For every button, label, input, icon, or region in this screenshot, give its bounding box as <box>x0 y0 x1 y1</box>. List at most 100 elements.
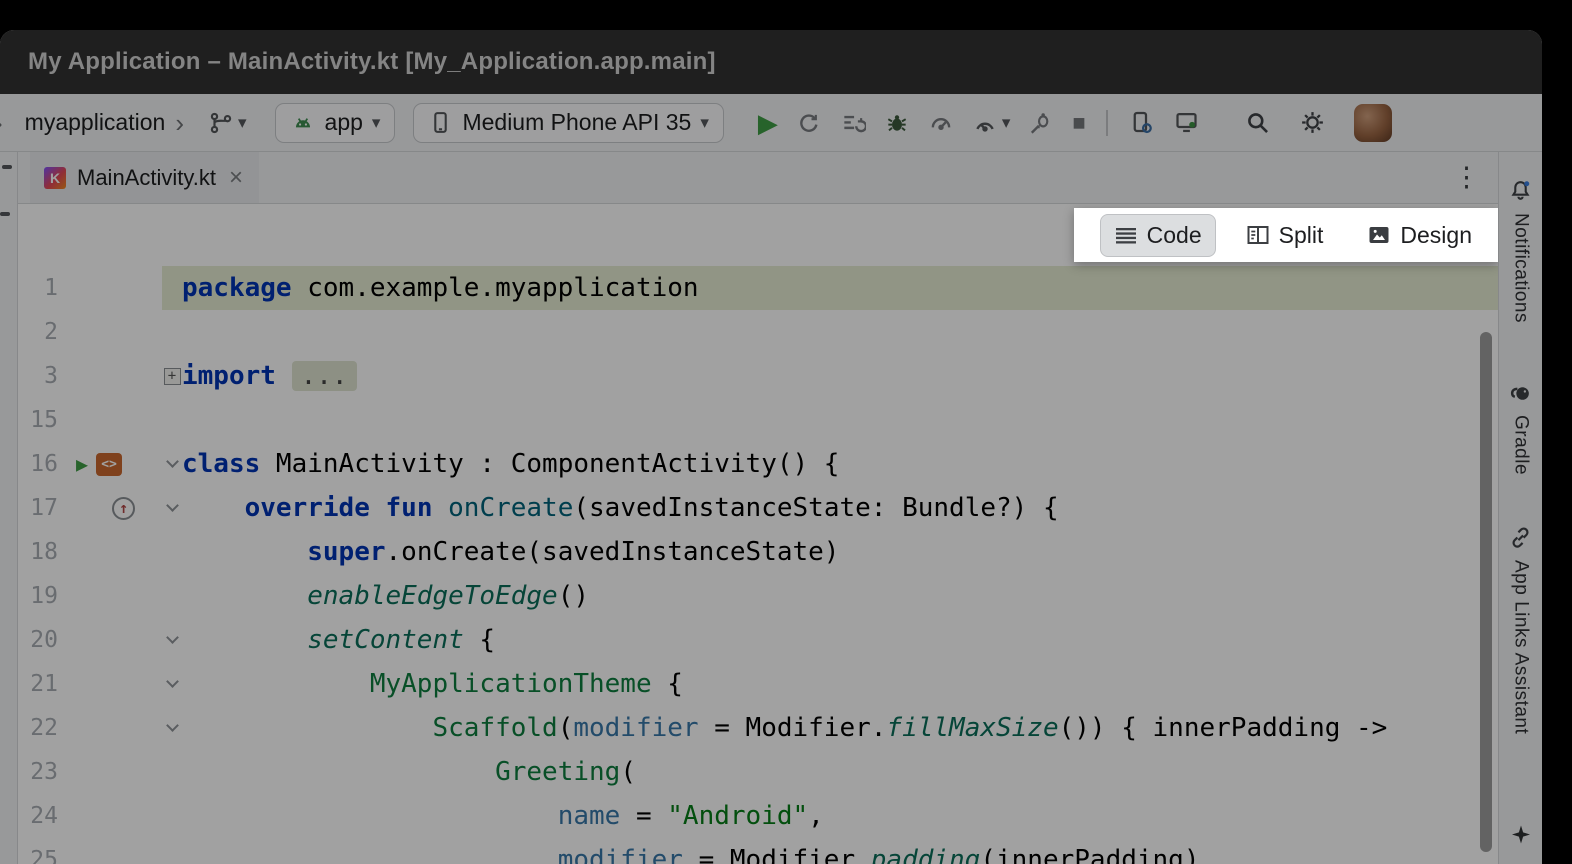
mode-split-button[interactable]: Split <box>1232 214 1338 257</box>
fold-column <box>162 726 182 730</box>
run-config-label: app <box>325 109 363 136</box>
editor-tabbar: K MainActivity.kt × ⋮ <box>18 152 1498 204</box>
fold-column <box>162 638 182 642</box>
screen: My Application – MainActivity.kt [My_App… <box>0 0 1572 864</box>
run-line-icon[interactable]: ▶ <box>76 454 88 474</box>
line-number: 24 <box>18 803 66 829</box>
editor-mode-switch: Code Split <box>1074 208 1498 262</box>
code-line: 24 name = "Android", <box>18 794 1498 838</box>
android-studio-window: My Application – MainActivity.kt [My_App… <box>0 30 1542 864</box>
run-config-selector[interactable]: app ▾ <box>275 103 396 143</box>
fold-region-icon[interactable] <box>166 719 179 732</box>
play-icon: ▶ <box>758 110 778 136</box>
apply-code-changes-button[interactable] <box>836 106 870 140</box>
code-text: Greeting( <box>182 757 636 787</box>
code-line: 19 enableEdgeToEdge() <box>18 574 1498 618</box>
sidebar-item-app-links-assistant[interactable]: App Links Assistant <box>1508 525 1533 734</box>
gradle-elephant-icon <box>1508 380 1533 405</box>
code-text: Scaffold(modifier = Modifier.fillMaxSize… <box>182 713 1387 743</box>
line-number: 23 <box>18 759 66 785</box>
code-line: 1 package com.example.myapplication <box>18 266 1498 310</box>
code-line: 3+import ... <box>18 354 1498 398</box>
editor-scrollbar[interactable] <box>1480 332 1492 852</box>
line-number: 1 <box>18 275 66 301</box>
code-line: 25 modifier = Modifier.padding(innerPadd… <box>18 838 1498 864</box>
kotlin-file-icon: K <box>44 167 66 189</box>
code-text: import ... <box>182 361 357 391</box>
code-editor[interactable]: Code Split <box>18 204 1498 864</box>
device-label: Medium Phone API 35 <box>462 109 691 136</box>
chevron-down-icon: ▾ <box>238 114 247 131</box>
fold-column <box>162 462 182 466</box>
project-selector[interactable]: myapplication <box>19 105 172 140</box>
fold-region-icon[interactable] <box>166 631 179 644</box>
fold-region-icon[interactable] <box>166 499 179 512</box>
mode-code-button[interactable]: Code <box>1100 214 1216 257</box>
mode-design-label: Design <box>1400 222 1472 249</box>
gutter-icons <box>66 618 162 662</box>
user-avatar[interactable] <box>1354 104 1392 142</box>
code-text: MyApplicationTheme { <box>182 669 683 699</box>
running-devices-button[interactable] <box>1169 105 1204 140</box>
bell-icon <box>1508 178 1533 203</box>
run-button[interactable]: ▶ <box>754 106 782 140</box>
search-everywhere-button[interactable] <box>1240 105 1275 140</box>
fold-column: + <box>162 368 182 385</box>
code-text: override fun onCreate(savedInstanceState… <box>182 493 1059 523</box>
tool-stripe-mark <box>0 212 10 216</box>
breadcrumb-chevron-icon: › <box>175 110 184 136</box>
debug-button[interactable] <box>880 106 914 140</box>
sidebar-item-gradle[interactable]: Gradle <box>1508 380 1533 475</box>
attach-debugger-icon <box>1028 110 1054 136</box>
profiler-button[interactable]: ▾ <box>968 106 1015 140</box>
fold-region-icon[interactable] <box>166 675 179 688</box>
device-manager-icon <box>1128 109 1155 136</box>
line-number: 19 <box>18 583 66 609</box>
line-number: 20 <box>18 627 66 653</box>
line-number: 25 <box>18 847 66 864</box>
vcs-widget[interactable]: ▾ <box>204 106 251 140</box>
main-toolbar: › myapplication › ▾ app ▾ <box>0 94 1542 152</box>
gutter-icons <box>66 354 162 398</box>
attach-debugger-button[interactable] <box>1024 106 1058 140</box>
unfold-imports-icon[interactable]: + <box>164 368 181 385</box>
code-line: 23 Greeting( <box>18 750 1498 794</box>
gutter-icons <box>66 662 162 706</box>
gemini-sparkle-icon[interactable] <box>1509 823 1533 850</box>
code-text: super.onCreate(savedInstanceState) <box>182 537 839 567</box>
design-view-icon <box>1367 223 1391 247</box>
profile-low-overhead-button[interactable] <box>924 106 958 140</box>
sidebar-item-notifications[interactable]: Notifications <box>1508 178 1533 323</box>
device-manager-button[interactable] <box>1124 105 1159 140</box>
code-line: 2 <box>18 310 1498 354</box>
line-number: 16 <box>18 451 66 477</box>
apply-changes-button[interactable] <box>792 106 826 140</box>
settings-button[interactable] <box>1295 105 1330 140</box>
fold-region-icon[interactable] <box>166 455 179 468</box>
tab-close-icon[interactable]: × <box>227 166 245 190</box>
editor-tab-mainactivity[interactable]: K MainActivity.kt × <box>30 152 259 203</box>
activity-class-icon[interactable]: <> <box>96 453 122 476</box>
line-number: 21 <box>18 671 66 697</box>
ide-body: K MainActivity.kt × ⋮ <box>0 152 1542 864</box>
gutter-icons <box>66 398 162 442</box>
debug-bug-icon <box>884 110 910 136</box>
code-line: 15 <box>18 398 1498 442</box>
gutter-icons <box>66 266 162 310</box>
editor-options-kebab[interactable]: ⋮ <box>1453 164 1480 191</box>
gutter-icons: ↑ <box>66 486 162 530</box>
gutter-icons <box>66 706 162 750</box>
overriding-method-icon[interactable]: ↑ <box>112 497 135 520</box>
mode-design-button[interactable]: Design <box>1353 214 1486 257</box>
gear-icon <box>1299 109 1326 136</box>
code-line: 21 MyApplicationTheme { <box>18 662 1498 706</box>
window-titlebar: My Application – MainActivity.kt [My_App… <box>0 30 1542 94</box>
notifications-label: Notifications <box>1510 213 1532 323</box>
code-text: package com.example.myapplication <box>182 273 699 303</box>
device-selector[interactable]: Medium Phone API 35 ▾ <box>413 103 723 143</box>
apply-changes-icon <box>796 110 822 136</box>
code-text: name = "Android", <box>182 801 824 831</box>
chevron-down-icon: ▾ <box>1002 114 1011 131</box>
editor-column: K MainActivity.kt × ⋮ <box>18 152 1498 864</box>
stop-button[interactable]: ■ <box>1068 108 1089 138</box>
